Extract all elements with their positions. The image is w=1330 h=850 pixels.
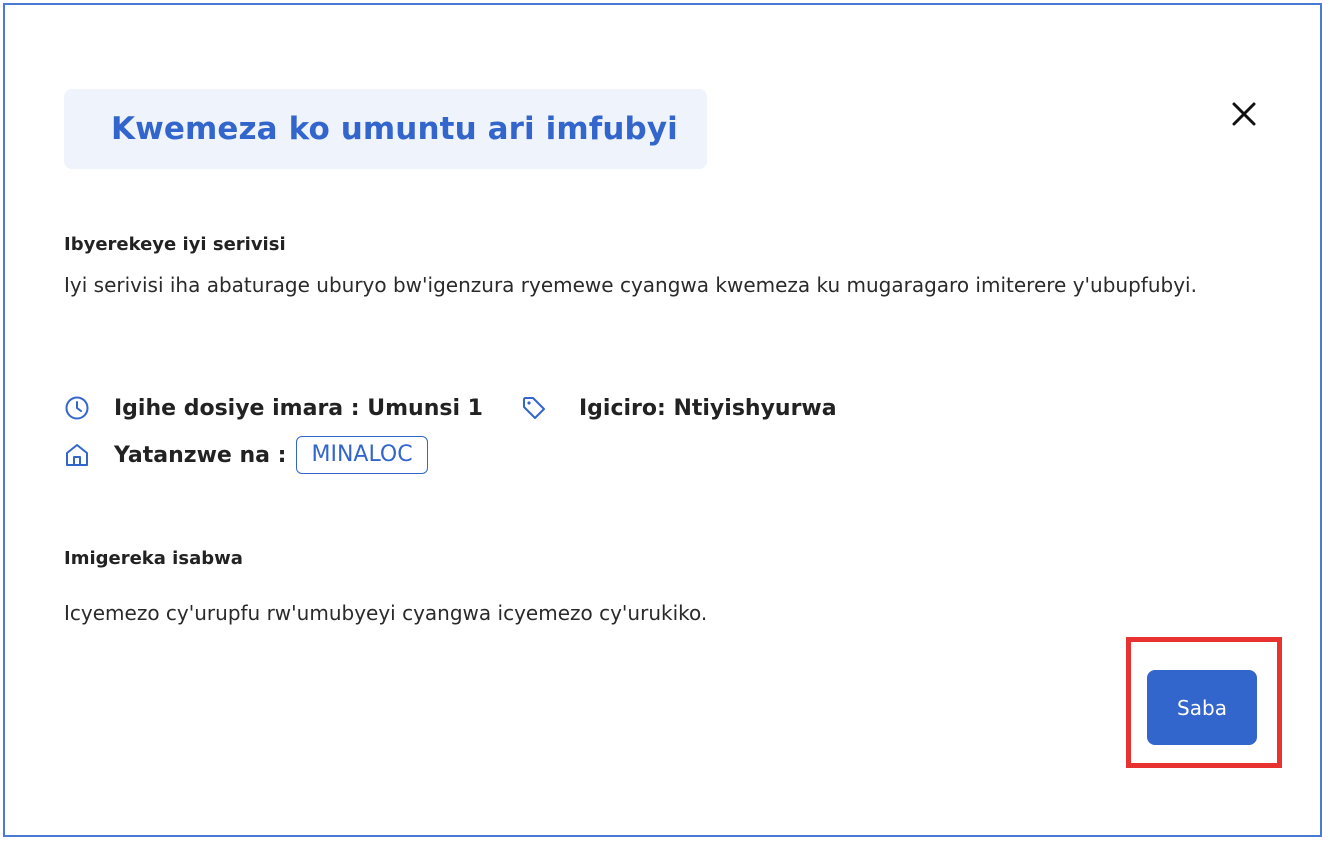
dialog-title-box: Kwemeza ko umuntu ari imfubyi (64, 89, 707, 169)
submit-button[interactable]: Saba (1147, 670, 1257, 745)
about-heading: Ibyerekeye iyi serivisi (64, 234, 286, 255)
price-label: Igiciro: Ntiyishyurwa (578, 395, 837, 421)
provider-label: Yatanzwe na : (114, 442, 287, 468)
duration-label: Igihe dosiye imara : Umunsi 1 (114, 395, 483, 421)
about-text: Iyi serivisi iha abaturage uburyo bw'ige… (64, 273, 1197, 297)
clock-icon (65, 396, 89, 420)
close-icon (1232, 102, 1256, 126)
provider-tag: MINALOC (296, 436, 428, 474)
dialog-title: Kwemeza ko umuntu ari imfubyi (111, 111, 678, 147)
duration-item: Igihe dosiye imara : Umunsi 1 (64, 395, 483, 421)
requirements-text: Icyemezo cy'urupfu rw'umubyeyi cyangwa i… (64, 601, 708, 625)
meta-row-primary: Igihe dosiye imara : Umunsi 1 Igiciro: N… (64, 395, 837, 421)
meta-row-provider: Yatanzwe na : MINALOC (64, 436, 428, 474)
building-icon (66, 444, 88, 466)
requirements-heading: Imigereka isabwa (64, 548, 243, 569)
tag-icon (522, 397, 545, 419)
price-item: Igiciro: Ntiyishyurwa (521, 395, 837, 421)
close-button[interactable] (1226, 96, 1262, 132)
